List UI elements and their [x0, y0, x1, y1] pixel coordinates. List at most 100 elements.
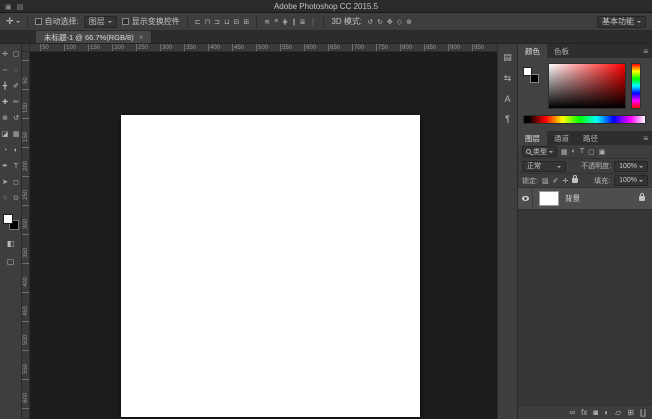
distribute-icon[interactable]: ∥: [292, 18, 296, 26]
layers-footer-icon[interactable]: ∐: [640, 408, 646, 417]
color-fg-bg-swatches[interactable]: [523, 67, 539, 83]
dodge-tool[interactable]: ◐: [11, 142, 22, 158]
ruler-tick: 350: [184, 44, 208, 51]
document-canvas[interactable]: [121, 115, 420, 417]
ruler-tick: 600: [22, 379, 30, 403]
vertical-ruler[interactable]: 5010015020025030035040045050055060065070…: [22, 52, 30, 419]
align-icon[interactable]: ⊔: [224, 18, 229, 26]
ruler-tick: 50: [40, 44, 64, 51]
saturation-brightness-picker[interactable]: [548, 63, 626, 109]
align-icon[interactable]: ⊏: [195, 18, 201, 26]
panel-menu-icon[interactable]: ≡: [643, 44, 648, 58]
clone-stamp-tool[interactable]: ⊕: [0, 110, 11, 126]
filter-type-dropdown[interactable]: 类型: [522, 146, 557, 157]
quick-selection-tool[interactable]: ◌: [11, 62, 22, 78]
history-panel-icon[interactable]: ▤: [503, 52, 512, 63]
layers-footer-icon[interactable]: ⊞: [627, 408, 634, 417]
filter-icon[interactable]: ▦: [561, 148, 568, 156]
3d-mode-icon[interactable]: ↻: [377, 18, 383, 26]
distribute-icon[interactable]: ≡: [274, 18, 278, 25]
tool-preset-dropdown[interactable]: ✛: [6, 16, 20, 27]
marquee-tool[interactable]: ▢: [11, 46, 22, 62]
lasso-tool[interactable]: ∽: [0, 62, 11, 78]
layers-footer-icon[interactable]: ◐: [604, 408, 609, 417]
filter-icon[interactable]: T: [580, 148, 584, 155]
blend-mode-dropdown[interactable]: 正常: [522, 161, 566, 172]
healing-brush-tool[interactable]: ✚: [0, 94, 11, 110]
distribute-icon[interactable]: ⋮: [309, 18, 316, 26]
panel-tab[interactable]: 路径: [576, 131, 605, 145]
canvas-area[interactable]: [30, 52, 497, 419]
lock-all-icon[interactable]: [572, 178, 578, 183]
pen-tool[interactable]: ✒: [0, 158, 11, 174]
path-selection-tool[interactable]: ➤: [0, 174, 11, 190]
quick-mask-button[interactable]: ◧: [7, 239, 15, 248]
visibility-cell[interactable]: [518, 188, 533, 209]
history-brush-tool[interactable]: ↺: [11, 110, 22, 126]
3d-mode-icon[interactable]: ◇: [397, 18, 402, 26]
document-tab[interactable]: 未标题-1 @ 66.7%(RGB/8) ×: [36, 31, 152, 43]
layers-footer-icon[interactable]: ∞: [569, 408, 575, 417]
auto-select-dropdown[interactable]: 图层: [84, 16, 117, 28]
panel-tab[interactable]: 颜色: [518, 44, 547, 58]
adjustments-panel-icon[interactable]: ⇆: [504, 73, 512, 84]
color-panel: [518, 58, 652, 131]
hand-tool[interactable]: ☟: [0, 190, 11, 206]
layers-footer-icon[interactable]: ◙: [593, 408, 598, 417]
brush-tool[interactable]: ✏: [11, 94, 22, 110]
3d-mode-icon[interactable]: ↺: [367, 18, 373, 26]
horizontal-ruler[interactable]: 5010015020025030035040045050055060065070…: [30, 44, 497, 52]
workspace-switcher[interactable]: 基本功能: [597, 16, 646, 28]
layer-thumbnail[interactable]: [539, 191, 559, 206]
align-icon[interactable]: ⊟: [233, 18, 239, 26]
distribute-icon[interactable]: ⋕: [282, 18, 288, 26]
distribute-icon[interactable]: ≋: [264, 18, 270, 26]
panel-tab[interactable]: 通道: [547, 131, 576, 145]
character-panel-icon[interactable]: A: [504, 94, 510, 104]
visibility-eye-icon[interactable]: [522, 196, 529, 201]
crop-tool[interactable]: ╋: [0, 78, 11, 94]
lock-icon[interactable]: ▨: [542, 177, 549, 185]
align-icon[interactable]: ⊐: [214, 18, 220, 26]
3d-mode-icon[interactable]: ⊕: [406, 18, 412, 26]
lock-label: 锁定:: [522, 176, 538, 186]
blur-tool[interactable]: ◔: [0, 142, 11, 158]
color-ramp[interactable]: [523, 115, 646, 124]
shape-tool[interactable]: ◻: [11, 174, 22, 190]
3d-mode-icon[interactable]: ✥: [387, 18, 393, 26]
screen-mode-button[interactable]: ▢: [7, 257, 15, 266]
背景[interactable]: 背景: [518, 188, 652, 210]
move-tool[interactable]: ✛: [0, 46, 11, 62]
filter-icon[interactable]: ▢: [588, 148, 595, 156]
gradient-tool[interactable]: ▦: [11, 126, 22, 142]
filter-icon[interactable]: ▣: [599, 148, 606, 156]
panel-tab[interactable]: 图层: [518, 131, 547, 145]
foreground-color-swatch[interactable]: [3, 214, 13, 224]
fill-dropdown[interactable]: 100%: [614, 175, 648, 186]
type-tool[interactable]: T: [11, 158, 22, 174]
titlebar-icon[interactable]: ▤: [17, 3, 24, 11]
foreground-color-chip[interactable]: [523, 67, 532, 76]
lock-icon[interactable]: ✐: [553, 177, 559, 185]
distribute-icon[interactable]: ≣: [300, 18, 306, 26]
eraser-tool[interactable]: ◪: [0, 126, 11, 142]
ruler-tick: 50: [22, 60, 30, 84]
titlebar-icon[interactable]: ▣: [5, 3, 12, 11]
foreground-background-swatches[interactable]: [3, 214, 19, 230]
lock-icon[interactable]: ✛: [562, 177, 568, 185]
panel-tab[interactable]: 色板: [547, 44, 576, 58]
opacity-dropdown[interactable]: 100%: [614, 161, 648, 172]
close-icon[interactable]: ×: [139, 33, 144, 42]
hue-slider[interactable]: [631, 63, 641, 109]
align-icon[interactable]: ⊞: [243, 18, 249, 26]
show-transform-checkbox[interactable]: 显示变换控件: [122, 16, 180, 27]
panel-menu-icon[interactable]: ≡: [643, 131, 648, 145]
layers-footer-icon[interactable]: ▱: [615, 408, 621, 417]
filter-icon[interactable]: ◐: [572, 148, 576, 155]
align-icon[interactable]: ⊓: [205, 18, 210, 26]
paragraph-panel-icon[interactable]: ¶: [505, 114, 510, 124]
eyedropper-tool[interactable]: ✐: [11, 78, 22, 94]
zoom-tool[interactable]: ⊙: [11, 190, 22, 206]
auto-select-checkbox[interactable]: 自动选择:: [35, 16, 79, 27]
layers-footer-icon[interactable]: fx: [581, 408, 587, 417]
